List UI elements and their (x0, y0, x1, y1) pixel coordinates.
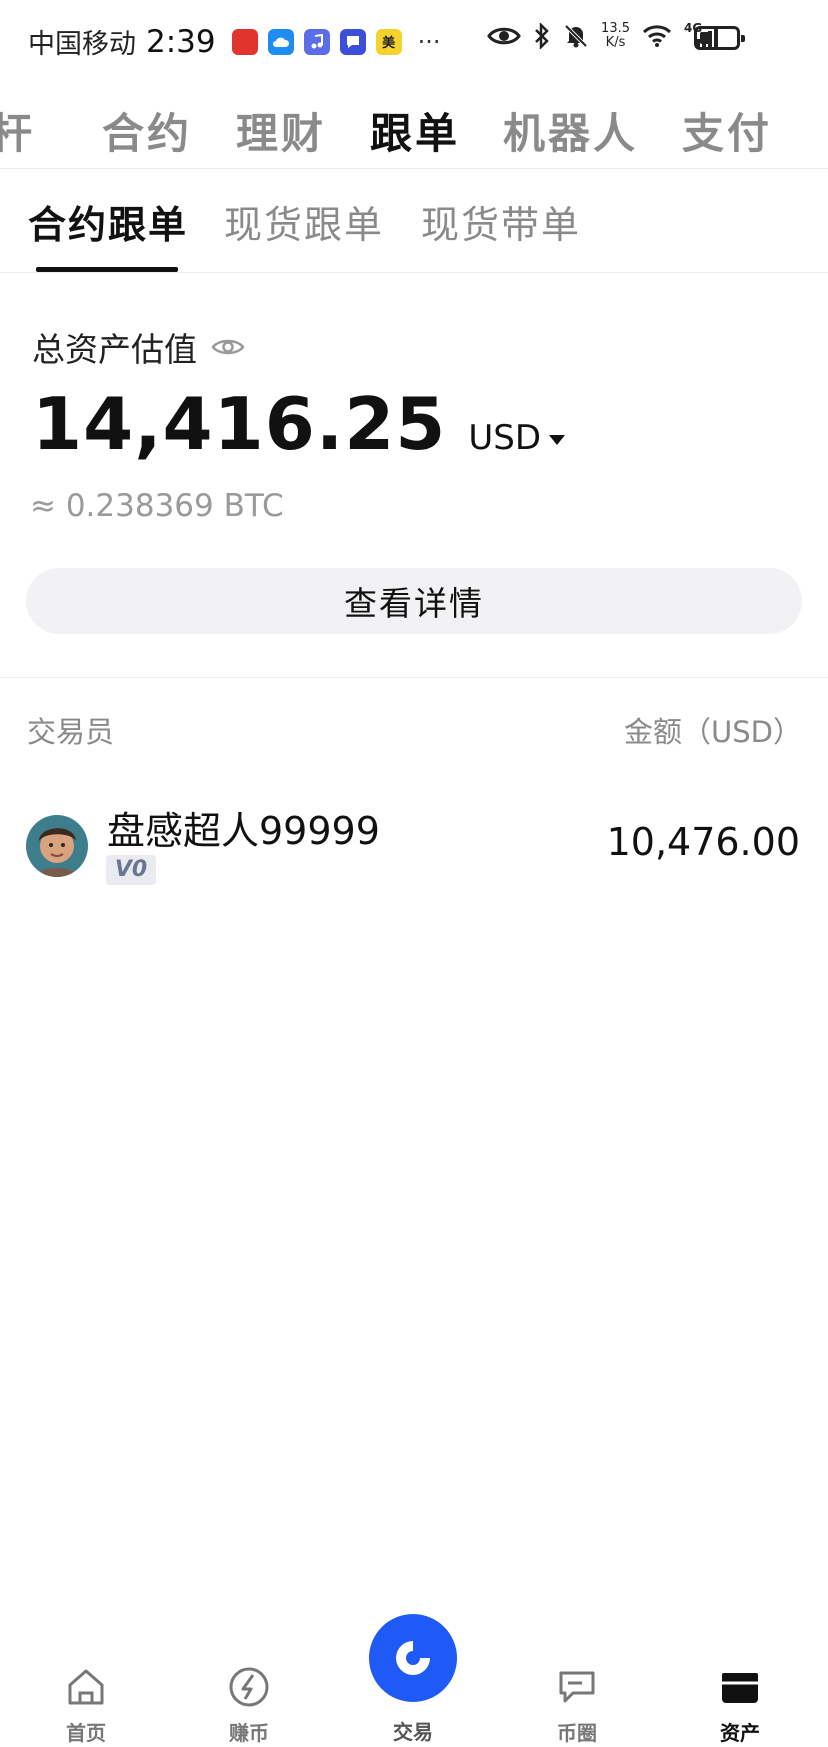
news-app-icon (231, 28, 258, 55)
currency-label: USD (468, 418, 542, 458)
caret-down-icon (549, 435, 566, 445)
tab-copy-trading[interactable]: 跟单 (370, 100, 460, 161)
tab-spot-lead[interactable]: 现货带单 (421, 194, 581, 249)
trader-name: 盘感超人99999 (107, 809, 380, 853)
home-icon (68, 1669, 104, 1705)
wifi-icon (642, 25, 672, 47)
total-asset-value: 14,416.25 (32, 382, 447, 466)
nav-community-label: 币圈 (557, 1721, 597, 1745)
battery-icon (694, 26, 745, 50)
tab-robot[interactable]: 机器人 (503, 100, 638, 161)
network-speed: 13.5 K/s (601, 21, 630, 50)
tab-leverage[interactable]: 杆 (0, 100, 35, 161)
trader-row[interactable]: 盘感超人99999 V0 10,476.00 (0, 790, 828, 900)
eye-visibility-icon[interactable] (211, 336, 245, 358)
status-time: 2:39 (146, 23, 216, 60)
nav-trade-label: 交易 (393, 1720, 433, 1744)
tab-spot-copy[interactable]: 现货跟单 (224, 194, 384, 249)
tab-contract-copy[interactable]: 合约跟单 (28, 194, 188, 249)
nav-home[interactable]: 首页 (26, 1625, 146, 1747)
more-notifications-icon: ··· (417, 27, 441, 56)
carrier-label: 中国移动 (28, 29, 136, 60)
trade-icon (396, 1641, 430, 1675)
status-bar: 中国移动 2:39 美 ··· 13.5 K/s 4G (0, 0, 828, 84)
trade-button[interactable] (369, 1614, 457, 1702)
nav-earn-label: 赚币 (229, 1721, 269, 1745)
bluetooth-icon (535, 23, 549, 49)
nav-assets-label: 资产 (720, 1721, 760, 1745)
view-details-button[interactable]: 查看详情 (26, 568, 802, 634)
amount-column-header: 金额（USD） (624, 715, 802, 749)
copy-trading-sub-tabs: 合约跟单 现货跟单 现货带单 (0, 170, 828, 273)
trader-column-header: 交易员 (27, 715, 115, 749)
section-divider (0, 677, 828, 678)
total-asset-label: 总资产估值 (32, 323, 245, 371)
eye-protection-icon (487, 27, 521, 45)
total-asset-value-row: 14,416.25 USD (32, 382, 566, 466)
chat-app-icon (339, 28, 366, 55)
bottom-navigation: 首页 赚币 交易 币圈 资产 (0, 1614, 828, 1747)
trader-amount: 10,476.00 (606, 820, 800, 864)
wallet-icon (722, 1673, 758, 1703)
trader-avatar[interactable] (26, 815, 88, 877)
active-tab-indicator (36, 267, 178, 272)
btc-equivalent: ≈ 0.238369 BTC (30, 488, 284, 524)
nav-home-label: 首页 (66, 1721, 106, 1745)
tab-finance[interactable]: 理财 (236, 100, 326, 161)
tab-contract[interactable]: 合约 (102, 100, 192, 161)
meituan-app-icon: 美 (375, 28, 402, 55)
cloud-app-icon (267, 28, 294, 55)
currency-selector[interactable]: USD (468, 418, 566, 458)
top-category-tabs: 杆 合约 理财 跟单 机器人 支付 (0, 88, 828, 169)
earn-icon (229, 1667, 269, 1707)
nav-earn[interactable]: 赚币 (189, 1625, 309, 1747)
nav-community[interactable]: 币圈 (517, 1625, 637, 1747)
music-app-icon (303, 28, 330, 55)
total-asset-title: 总资产估值 (32, 330, 197, 369)
mute-bell-icon (564, 24, 588, 48)
tab-payment[interactable]: 支付 (682, 100, 772, 161)
trader-level-badge: V0 (106, 855, 156, 885)
community-chat-icon (559, 1671, 595, 1703)
nav-assets[interactable]: 资产 (680, 1625, 800, 1747)
